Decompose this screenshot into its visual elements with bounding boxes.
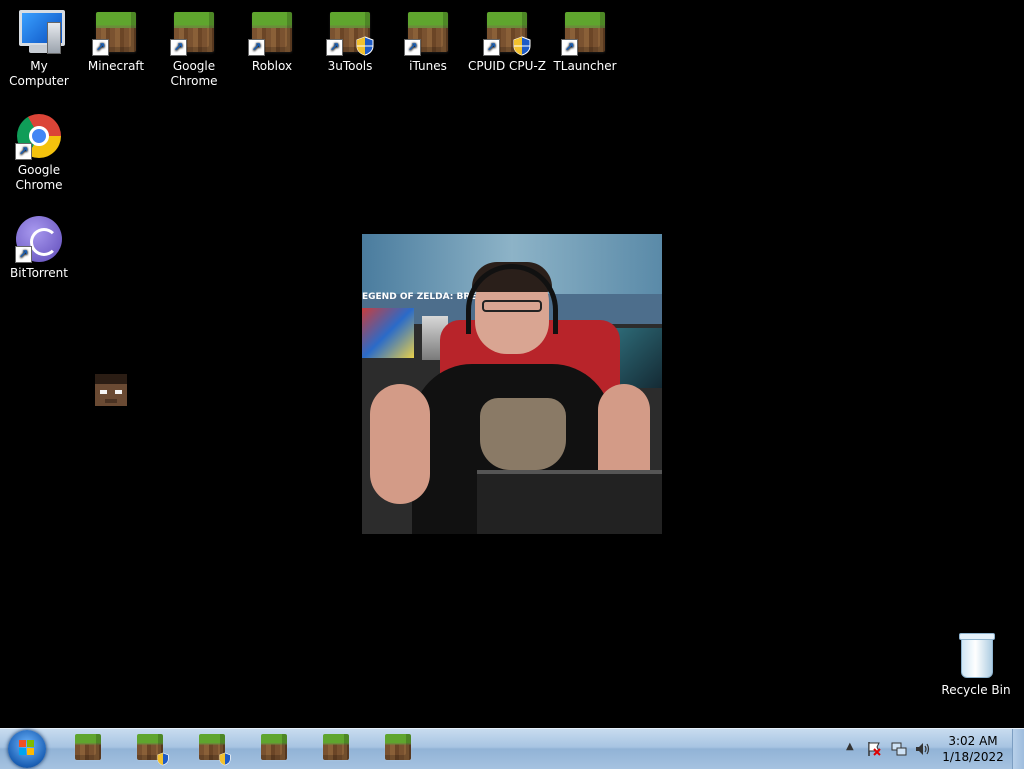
minecraft-grass-block-icon: ↗ bbox=[248, 8, 296, 56]
taskbar-pinned-minecraft-6[interactable] bbox=[385, 734, 415, 764]
network-icon[interactable] bbox=[891, 741, 907, 757]
taskbar: ▲ 3:02 AM 1/18/2022 bbox=[0, 728, 1024, 769]
clock-date: 1/18/2022 bbox=[942, 750, 1004, 764]
uac-shield-icon bbox=[513, 36, 531, 56]
minecraft-grass-block-icon: ↗ bbox=[170, 8, 218, 56]
desktop-icon-google-chrome-mc[interactable]: ↗ Google Chrome bbox=[155, 8, 233, 89]
start-button[interactable] bbox=[8, 730, 46, 768]
desktop-icon-3utools[interactable]: ↗ 3uTools bbox=[311, 8, 389, 74]
desktop-icon-label: My Computer bbox=[9, 59, 69, 88]
minecraft-grass-block-icon bbox=[75, 734, 101, 760]
minecraft-grass-block-icon: ↗ bbox=[404, 8, 452, 56]
desktop-icon-label: TLauncher bbox=[553, 59, 617, 73]
desktop-icon-label: CPUID CPU-Z bbox=[468, 59, 546, 73]
minecraft-grass-block-icon bbox=[261, 734, 287, 760]
desktop-icon-label: Google Chrome bbox=[170, 59, 218, 88]
bittorrent-icon: ↗ bbox=[15, 215, 63, 263]
minecraft-grass-block-icon bbox=[385, 734, 411, 760]
desktop-icon-bittorrent[interactable]: ↗ BitTorrent bbox=[0, 215, 78, 281]
desktop-icon-cpuid-cpu-z[interactable]: ↗ CPUID CPU-Z bbox=[467, 8, 547, 74]
desktop-icon-label: iTunes bbox=[409, 59, 447, 73]
chrome-icon: ↗ bbox=[15, 112, 63, 160]
desktop-icon-label: 3uTools bbox=[327, 59, 373, 73]
desktop-icon-roblox[interactable]: ↗ Roblox bbox=[233, 8, 311, 74]
shortcut-arrow-icon: ↗ bbox=[326, 39, 343, 56]
shortcut-arrow-icon: ↗ bbox=[483, 39, 500, 56]
herobrine-head-icon[interactable] bbox=[95, 374, 127, 406]
desktop-icon-my-computer[interactable]: My Computer bbox=[0, 8, 78, 89]
show-hidden-icons-button[interactable]: ▲ bbox=[846, 741, 854, 752]
desktop-icon-minecraft[interactable]: ↗ Minecraft bbox=[77, 8, 155, 74]
uac-shield-icon bbox=[219, 752, 231, 766]
computer-icon bbox=[15, 8, 65, 56]
shortcut-arrow-icon: ↗ bbox=[561, 39, 578, 56]
volume-icon[interactable] bbox=[915, 741, 931, 757]
desktop-icon-label: Google Chrome bbox=[15, 163, 63, 192]
system-clock[interactable]: 3:02 AM 1/18/2022 bbox=[938, 733, 1008, 765]
uac-shield-icon bbox=[356, 36, 374, 56]
shortcut-arrow-icon: ↗ bbox=[248, 39, 265, 56]
shortcut-arrow-icon: ↗ bbox=[15, 246, 32, 263]
shortcut-arrow-icon: ↗ bbox=[404, 39, 421, 56]
minecraft-grass-block-icon: ↗ bbox=[92, 8, 140, 56]
uac-shield-icon bbox=[157, 752, 169, 766]
recycle-bin-icon bbox=[952, 632, 1000, 680]
action-center-flag-icon[interactable] bbox=[866, 741, 882, 757]
clock-time: 3:02 AM bbox=[948, 734, 998, 748]
taskbar-pinned-minecraft-5[interactable] bbox=[323, 734, 353, 764]
taskbar-pinned-minecraft-1[interactable] bbox=[75, 734, 105, 764]
desktop-icon-google-chrome[interactable]: ↗ Google Chrome bbox=[0, 112, 78, 193]
desktop-icon-label: Minecraft bbox=[87, 59, 145, 73]
taskbar-pinned-minecraft-3[interactable] bbox=[199, 734, 231, 766]
desktop-icon-tlauncher[interactable]: ↗ TLauncher bbox=[546, 8, 624, 74]
taskbar-pinned-minecraft-4[interactable] bbox=[261, 734, 291, 764]
minecraft-grass-block-icon: ↗ bbox=[561, 8, 609, 56]
desktop-icon-label: BitTorrent bbox=[10, 266, 68, 280]
desktop-icon-label: Recycle Bin bbox=[941, 683, 1011, 697]
taskbar-pinned-minecraft-2[interactable] bbox=[137, 734, 169, 766]
wallpaper-photo: EGEND OF ZELDA: BREATH OF T bbox=[362, 234, 662, 534]
minecraft-grass-block-icon: ↗ bbox=[483, 8, 531, 56]
desktop-icon-itunes[interactable]: ↗ iTunes bbox=[389, 8, 467, 74]
minecraft-grass-block-icon: ↗ bbox=[326, 8, 374, 56]
minecraft-grass-block-icon bbox=[323, 734, 349, 760]
show-desktop-button[interactable] bbox=[1012, 729, 1024, 769]
shortcut-arrow-icon: ↗ bbox=[15, 143, 32, 160]
desktop-icon-label: Roblox bbox=[251, 59, 293, 73]
desktop-icon-recycle-bin[interactable]: Recycle Bin bbox=[937, 632, 1015, 698]
shortcut-arrow-icon: ↗ bbox=[92, 39, 109, 56]
shortcut-arrow-icon: ↗ bbox=[170, 39, 187, 56]
windows-logo-icon bbox=[19, 740, 35, 756]
